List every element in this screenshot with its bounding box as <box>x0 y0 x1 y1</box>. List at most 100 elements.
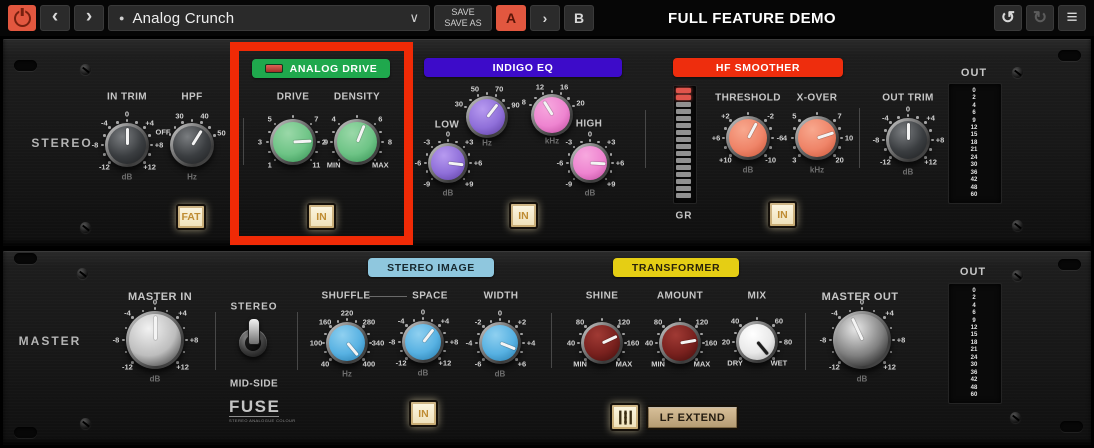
knob-out-trim-tick <box>907 114 910 117</box>
button-in-analog-drive[interactable]: IN <box>307 203 336 230</box>
meter-gr-segment <box>676 95 691 100</box>
power-button[interactable] <box>8 5 36 31</box>
meter-out-top-scale: 9 <box>972 118 975 124</box>
preset-selector[interactable]: ● Analog Crunch ∨ <box>108 5 430 31</box>
meter-gr-segment <box>676 123 691 128</box>
meter-out-top-scale: 60 <box>971 192 978 198</box>
knob-threshold-scale: -10 <box>765 155 776 164</box>
meter-out-bottom-scale: 12 <box>971 325 978 331</box>
next-preset-button[interactable]: › <box>74 5 104 31</box>
knob-threshold-scale: -2 <box>767 112 774 121</box>
knob-density-tick <box>332 151 335 154</box>
knob-width-tick <box>477 351 480 354</box>
label-space-title: SPACE <box>412 291 448 302</box>
knob-drive-scale: 5 <box>268 115 272 124</box>
knob-amount-tick <box>655 342 658 345</box>
knob-out-trim-scale: -8 <box>873 136 880 145</box>
knob-eq-low-freq-tick <box>502 99 505 102</box>
knob-space-unit: dB <box>418 369 429 378</box>
label-out-meter-bottom: OUT <box>960 266 986 278</box>
meter-out-top-scale: 21 <box>971 147 978 153</box>
knob-space-tick <box>400 350 403 353</box>
save-button[interactable]: SAVE <box>451 7 474 18</box>
knob-in-trim-scale: +8 <box>155 141 164 150</box>
knob-shuffle-tick <box>329 358 332 361</box>
knob-shuffle-unit: Hz <box>342 370 352 379</box>
knob-density-tick <box>356 115 359 118</box>
knob-threshold-scale: +2 <box>721 112 730 121</box>
meter-gr-segment <box>676 193 691 198</box>
knob-master-out-tick <box>861 307 864 310</box>
knob-out-trim-scale: +8 <box>936 136 945 145</box>
button-transformer-in[interactable] <box>610 403 640 431</box>
badge-analog-drive: ANALOG DRIVE <box>252 59 390 78</box>
knob-out-trim-tick <box>929 129 932 132</box>
knob-amount-scale: 80 <box>654 317 662 326</box>
chevron-down-icon[interactable]: ∨ <box>409 10 419 26</box>
knob-in-trim-tick <box>103 134 106 137</box>
knob-master-in-tick <box>154 307 157 310</box>
ab-copy-button[interactable]: › <box>530 5 560 31</box>
knob-master-out-scale: -8 <box>820 336 827 345</box>
meter-gr-segment <box>676 165 691 170</box>
button-in-hf-smoother[interactable]: IN <box>768 201 797 228</box>
knob-density-tick <box>381 141 384 144</box>
knob-out-trim-tick <box>929 148 932 151</box>
divider-line <box>297 312 298 370</box>
button-in-stereo-image[interactable]: IN <box>409 400 438 427</box>
knob-in-trim-pointer <box>126 128 129 145</box>
meter-out-top-scale: 24 <box>971 155 978 161</box>
meter-out-bottom-scale: 42 <box>971 377 978 383</box>
knob-in-trim-scale: +4 <box>145 119 154 128</box>
preset-modified-dot: ● <box>119 13 124 23</box>
save-button-group[interactable]: SAVE SAVE AS <box>434 5 492 31</box>
knob-x-over-tick <box>798 154 801 157</box>
undo-icon[interactable]: ↺ <box>994 5 1022 31</box>
knob-mix-tick <box>779 341 782 344</box>
knob-in-trim-tick <box>148 153 151 156</box>
knob-eq-low-gain-unit: dB <box>443 189 454 198</box>
label-stereo-row: STEREO <box>31 136 92 150</box>
knob-width-tick <box>477 333 480 336</box>
shuffle-space-connector <box>369 296 407 297</box>
button-lf-extend[interactable]: LF EXTEND <box>646 405 739 430</box>
knob-eq-low-freq-unit: Hz <box>482 139 492 148</box>
knob-eq-low-gain-scale: +9 <box>465 179 474 188</box>
knob-shuffle-tick <box>322 342 325 345</box>
knob-shine-scale: MIN <box>573 360 587 369</box>
knob-eq-high-gain-scale: -9 <box>565 179 572 188</box>
meter-gr-segment <box>676 172 691 177</box>
toggle-stereo-midside-lever[interactable] <box>248 318 260 345</box>
prev-preset-button[interactable]: ‹ <box>40 5 70 31</box>
meter-out-top-scale: 0 <box>972 88 975 94</box>
knob-out-trim-scale: +12 <box>924 157 937 166</box>
knob-out-trim-tick <box>916 116 919 119</box>
button-in-indigo-eq[interactable]: IN <box>509 202 538 229</box>
menu-icon[interactable]: ≡ <box>1058 5 1086 31</box>
knob-shine-scale: MAX <box>616 360 633 369</box>
button-fat[interactable]: FAT <box>176 204 206 230</box>
divider-line <box>407 118 408 165</box>
meter-out-bottom-scale: 60 <box>971 392 978 398</box>
knob-eq-high-freq-unit: kHz <box>545 137 559 146</box>
redo-icon[interactable]: ↻ <box>1026 5 1054 31</box>
knob-mix-tick <box>734 332 737 335</box>
screw <box>1012 220 1023 231</box>
knob-x-over-tick <box>816 112 819 115</box>
preset-b-button[interactable]: B <box>564 5 594 31</box>
knob-threshold-tick <box>769 146 772 149</box>
knob-hpf-tick <box>208 126 211 129</box>
knob-master-in-tick <box>122 339 125 342</box>
knob-shine-tick <box>579 333 582 336</box>
knob-master-in-scale: +4 <box>178 309 187 318</box>
knob-master-in-scale: -4 <box>124 309 131 318</box>
knob-eq-low-gain-scale: 0 <box>446 130 450 139</box>
knob-eq-high-freq-tick <box>567 97 570 100</box>
preset-a-button[interactable]: A <box>496 5 526 31</box>
meter-gr-segment <box>676 186 691 191</box>
knob-in-trim-unit: dB <box>122 173 133 182</box>
knob-amount-scale: 120 <box>696 317 709 326</box>
knob-x-over-tick <box>838 146 841 149</box>
knob-shuffle-tick <box>337 320 340 323</box>
save-as-button[interactable]: SAVE AS <box>444 18 481 29</box>
